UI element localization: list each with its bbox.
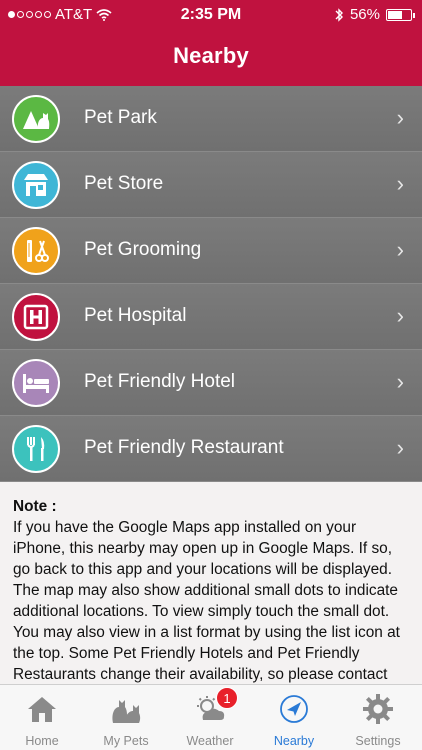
list-item-pet-grooming[interactable]: Pet Grooming › bbox=[0, 218, 422, 284]
tab-bar: Home My Pets 1 Weather Nearby Settings bbox=[0, 684, 422, 750]
tab-settings[interactable]: Settings bbox=[336, 685, 420, 750]
chevron-right-icon: › bbox=[396, 303, 404, 328]
tab-my-pets[interactable]: My Pets bbox=[84, 685, 168, 750]
list-item-label: Pet Friendly Restaurant bbox=[84, 437, 284, 458]
list-item-pet-hospital[interactable]: Pet Hospital › bbox=[0, 284, 422, 350]
status-bar: AT&T 2:35 PM 56% bbox=[0, 0, 422, 30]
bluetooth-icon bbox=[335, 7, 343, 22]
list-item-pet-friendly-hotel[interactable]: Pet Friendly Hotel › bbox=[0, 350, 422, 416]
dog-park-icon bbox=[12, 95, 60, 143]
list-item-label: Pet Store bbox=[84, 173, 164, 194]
chevron-right-icon: › bbox=[396, 171, 404, 196]
tab-label: My Pets bbox=[103, 734, 149, 748]
gear-icon bbox=[358, 691, 398, 727]
list-item-pet-friendly-restaurant[interactable]: Pet Friendly Restaurant › bbox=[0, 416, 422, 482]
list-item-pet-park[interactable]: Pet Park › bbox=[0, 86, 422, 152]
tab-nearby[interactable]: Nearby bbox=[252, 685, 336, 750]
list-item-label: Pet Hospital bbox=[84, 305, 187, 326]
nearby-category-list: Pet Park › Pet Store › Pet Grooming › Pe… bbox=[0, 86, 422, 482]
tab-weather[interactable]: 1 Weather bbox=[168, 685, 252, 750]
chevron-right-icon: › bbox=[396, 435, 404, 460]
tab-label: Settings bbox=[355, 734, 401, 748]
storefront-icon bbox=[12, 161, 60, 209]
battery-percent: 56% bbox=[349, 6, 380, 23]
chevron-right-icon: › bbox=[396, 369, 404, 394]
status-right: 56% bbox=[334, 6, 415, 23]
page-title: Nearby bbox=[173, 43, 249, 68]
tab-label: Home bbox=[25, 734, 59, 748]
note-title: Note : bbox=[13, 498, 57, 515]
fork-knife-icon bbox=[12, 425, 60, 473]
bed-icon bbox=[12, 359, 60, 407]
battery-icon bbox=[386, 8, 415, 21]
list-item-label: Pet Park bbox=[84, 107, 157, 128]
list-item-label: Pet Friendly Hotel bbox=[84, 371, 236, 392]
list-item-label: Pet Grooming bbox=[84, 239, 202, 260]
list-item-pet-store[interactable]: Pet Store › bbox=[0, 152, 422, 218]
tab-home[interactable]: Home bbox=[0, 685, 84, 750]
chevron-right-icon: › bbox=[396, 237, 404, 262]
grooming-icon bbox=[12, 227, 60, 275]
weather-badge: 1 bbox=[216, 687, 238, 709]
tab-label: Nearby bbox=[273, 734, 315, 748]
location-arrow-icon bbox=[274, 691, 314, 727]
pets-icon bbox=[106, 691, 146, 727]
hospital-icon bbox=[12, 293, 60, 341]
note-section: Note : If you have the Google Maps app i… bbox=[0, 482, 422, 684]
tab-label: Weather bbox=[186, 734, 234, 748]
navigation-bar: Nearby bbox=[0, 30, 422, 86]
chevron-right-icon: › bbox=[396, 105, 404, 130]
house-icon bbox=[22, 691, 62, 727]
note-body: If you have the Google Maps app installe… bbox=[13, 519, 400, 683]
